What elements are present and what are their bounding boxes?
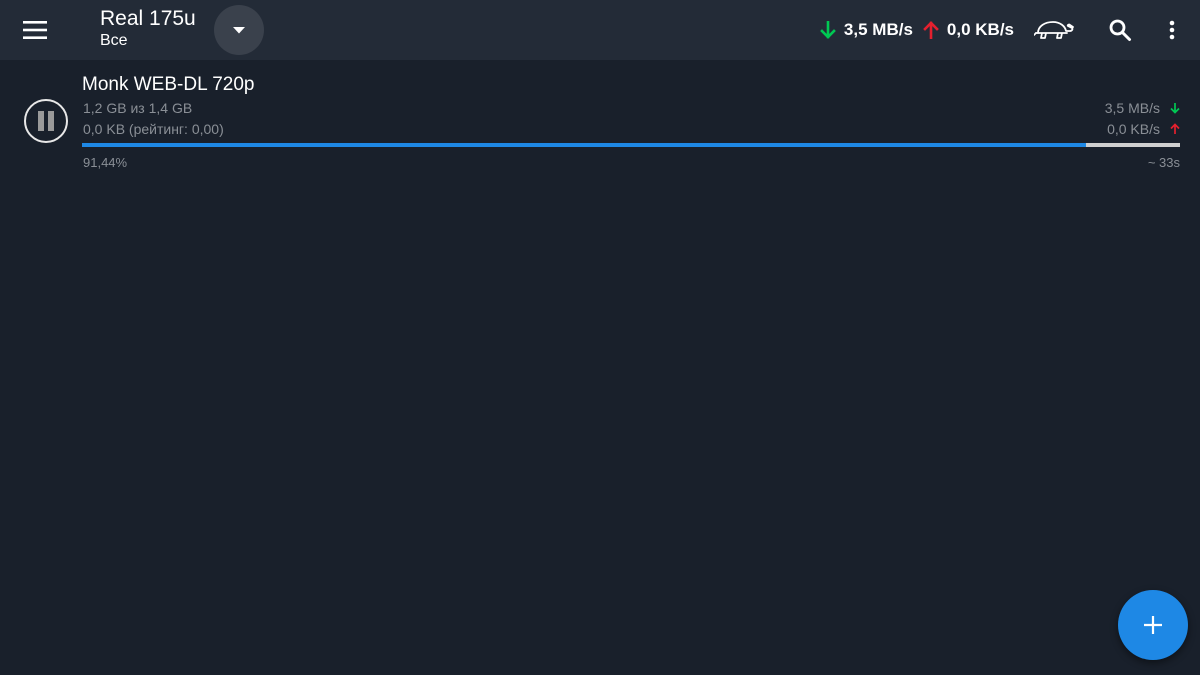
more-vert-icon [1169,20,1175,40]
torrent-uploaded-ratio: 0,0 KB (рейтинг: 0,00) [83,121,224,137]
add-torrent-button[interactable] [1118,590,1188,660]
arrow-up-icon [1170,123,1180,134]
global-download-speed-value: 3,5 MB/s [843,20,913,39]
torrent-percent: 91,44% [83,155,128,170]
global-upload-speed: 0,0 KB/s [923,20,1014,40]
search-icon [1109,19,1131,41]
torrent-download-speed-value: 3,5 MB/s [1104,100,1160,116]
torrent-name: Monk WEB-DL 720p [82,74,255,95]
title-block[interactable]: Real 175u Все [100,6,196,56]
search-button[interactable] [1104,14,1136,46]
turtle-icon [1034,21,1074,39]
app-title: Real 175u [100,7,196,30]
more-options-button[interactable] [1160,14,1184,46]
global-upload-speed-value: 0,0 KB/s [946,20,1014,39]
filter-subtitle: Все [100,32,128,49]
torrent-upload-speed: 0,0 KB/s [1107,121,1180,137]
speed-limit-button[interactable] [1033,16,1075,44]
torrent-download-speed: 3,5 MB/s [1105,100,1180,116]
torrent-progress-bar [82,143,1180,147]
app-root: Real 175u Все 3,5 MB/s 0,0 KB/s Monk WEB… [0,0,1200,675]
torrent-eta: ~ 33s [1147,155,1180,170]
torrent-list-item[interactable]: Monk WEB-DL 720p 1,2 GB из 1,4 GB 0,0 KB… [0,60,1200,180]
top-app-bar: Real 175u Все 3,5 MB/s 0,0 KB/s [0,0,1200,60]
torrent-progress-fill [82,143,1086,147]
pause-icon [38,111,44,131]
torrent-upload-speed-value: 0,0 KB/s [1107,121,1160,137]
caret-down-icon [233,26,245,33]
filter-dropdown-button[interactable] [214,5,264,55]
global-speeds: 3,5 MB/s 0,0 KB/s [820,18,1014,42]
arrow-down-icon [1170,103,1180,114]
torrent-size-progress: 1,2 GB из 1,4 GB [83,100,193,116]
menu-icon [23,21,47,39]
menu-button[interactable] [18,14,52,46]
arrow-up-icon [923,21,939,39]
pause-button[interactable] [24,99,68,143]
plus-icon [1144,616,1162,634]
global-download-speed: 3,5 MB/s [820,20,913,40]
arrow-down-icon [820,21,836,39]
